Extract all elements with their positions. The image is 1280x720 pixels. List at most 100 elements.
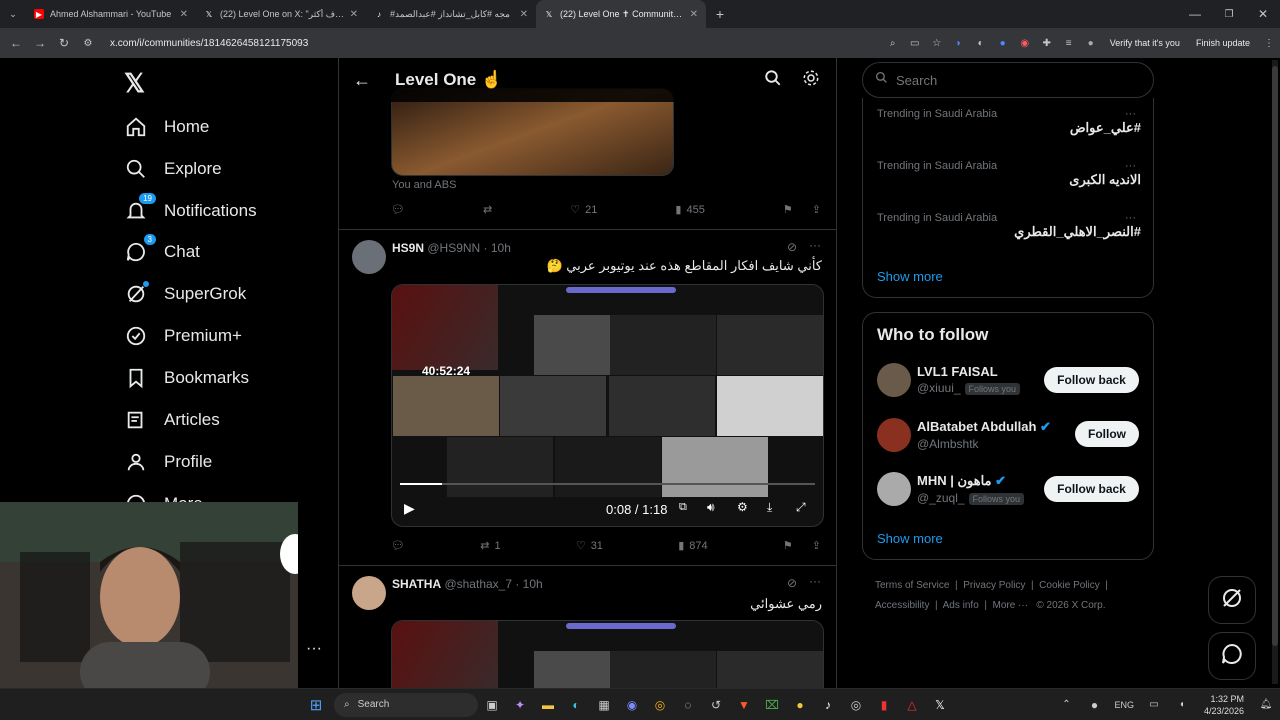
close-icon[interactable]: ✕ (690, 9, 698, 20)
search-input[interactable] (896, 72, 1126, 88)
avatar[interactable] (352, 576, 386, 610)
show-more-link[interactable]: Show more (877, 531, 943, 546)
show-more-link[interactable]: Show more (877, 269, 943, 284)
share-icon[interactable]: ⇪ (812, 539, 821, 552)
video-progress-track[interactable] (400, 483, 815, 485)
settings-icon[interactable]: ⚙ (737, 500, 748, 514)
footer-link[interactable]: Privacy Policy (963, 580, 1025, 591)
app-icon[interactable]: ◎ (842, 691, 870, 719)
windows-start-icon[interactable]: ⊞ (302, 691, 330, 719)
like-button[interactable]: ♡ 21 (570, 203, 597, 217)
taskbar-search[interactable]: ⌕ Search (334, 692, 478, 717)
reply-button[interactable]: 💬︎ (391, 203, 405, 216)
minimize-icon[interactable]: — (1178, 0, 1212, 28)
trend-item[interactable]: Trending in Saudi Arabia #علي_عواض (877, 108, 1141, 136)
trend-more-icon[interactable]: ··· (1125, 212, 1136, 224)
video-player[interactable] (391, 620, 824, 688)
nav-profile[interactable]: Profile (124, 444, 212, 480)
x-icon[interactable]: 𝕏 (926, 691, 954, 719)
volume-icon[interactable]: ◖ (1168, 691, 1196, 719)
extension-icon[interactable]: ◐ (970, 38, 992, 49)
reload-icon[interactable]: ↻ (52, 36, 76, 50)
follow-button[interactable]: Follow (1075, 421, 1139, 447)
verify-button[interactable]: Verify that it's you (1102, 35, 1188, 51)
forward-icon[interactable]: → (28, 36, 52, 50)
share-icon[interactable]: ⇪ (812, 203, 821, 216)
finish-update-button[interactable]: Finish update (1188, 35, 1258, 51)
extension-icon[interactable]: ◉ (1014, 38, 1036, 49)
views-button[interactable]: ▮ 455 (675, 203, 704, 217)
mic-icon[interactable]: ● (1080, 691, 1108, 719)
more-options-icon[interactable]: ··· (809, 238, 821, 252)
nav-supergrok[interactable]: SuperGrok (124, 276, 246, 312)
trend-item[interactable]: Trending in Saudi Arabia الانديه الكبرى (877, 160, 1141, 188)
cast-icon[interactable]: ▭ (904, 38, 926, 49)
account-more-icon[interactable]: ··· (306, 640, 322, 658)
grok-icon[interactable]: ⊘ (787, 576, 797, 590)
tab-search-icon[interactable]: ⌄ (0, 0, 26, 28)
reply-button[interactable]: 💬︎ (391, 539, 405, 552)
nav-articles[interactable]: Articles (124, 402, 220, 438)
tab-tiktok[interactable]: ♪ #مجه #كابل_تشانداز #عبدالصمد ✕ (366, 0, 536, 28)
site-info-icon[interactable]: ⚙ (76, 38, 100, 49)
grok-floating-button[interactable] (1208, 576, 1256, 624)
notification-bell-icon[interactable]: 🔔︎ (1252, 691, 1280, 719)
search-field[interactable] (862, 62, 1154, 98)
task-view-icon[interactable]: ▣ (478, 691, 506, 719)
fullscreen-icon[interactable]: ⤢ (796, 500, 806, 515)
puzzle-icon[interactable]: ✚ (1036, 38, 1058, 49)
avatar[interactable] (877, 472, 911, 506)
footer-link[interactable]: Ads info (943, 600, 979, 611)
pip-icon[interactable]: ⤓ (767, 500, 772, 515)
discord-icon[interactable]: ◉ (618, 691, 646, 719)
like-button[interactable]: ♡ 31 (576, 539, 603, 553)
store-icon[interactable]: ▦ (590, 691, 618, 719)
avatar[interactable] (877, 418, 911, 452)
profile-avatar-icon[interactable]: ● (1080, 38, 1102, 49)
play-button[interactable]: ▶ (404, 500, 415, 517)
file-explorer-icon[interactable]: ▬ (534, 691, 562, 719)
grok-icon[interactable]: ⊘ (787, 240, 797, 254)
trend-more-icon[interactable]: ··· (1125, 108, 1136, 120)
nav-explore[interactable]: Explore (124, 151, 222, 187)
back-arrow-icon[interactable]: ← (353, 70, 371, 91)
clock[interactable]: 1:32 PM 4/23/2026 (1204, 693, 1244, 717)
new-tab-button[interactable]: + (706, 0, 734, 28)
close-icon[interactable]: ✕ (180, 9, 188, 20)
more-options-icon[interactable]: ··· (809, 574, 821, 588)
app-icon[interactable]: ◌ (674, 691, 702, 719)
extension-icon[interactable]: ● (992, 38, 1014, 49)
footer-link[interactable]: Terms of Service (875, 580, 949, 591)
volume-icon[interactable]: 🔊︎ (707, 500, 715, 515)
trend-more-icon[interactable]: ··· (1125, 160, 1136, 172)
close-icon[interactable]: ✕ (350, 9, 358, 20)
tab-youtube[interactable]: ▶ Ahmed Alshammari - YouTube ✕ (26, 0, 196, 28)
media-icon[interactable]: ≡ (1058, 38, 1080, 49)
author-name[interactable]: HS9N (392, 241, 424, 255)
app-icon[interactable]: ▮ (870, 691, 898, 719)
app-icon[interactable]: △ (898, 691, 926, 719)
zoom-icon[interactable]: ⌕ (882, 38, 904, 49)
bookmark-button[interactable]: ⚑ ⇪ (783, 539, 821, 552)
app-icon[interactable]: ↺ (702, 691, 730, 719)
back-icon[interactable]: ← (4, 36, 28, 50)
scrollbar-thumb[interactable] (1272, 66, 1278, 646)
user-info[interactable]: LVL1 FAISAL @xiuui_ Follows you (917, 364, 1021, 395)
user-info[interactable]: MHN | ماهون ✔ @_zuql_ Follows you (917, 473, 1025, 505)
video-player[interactable]: 40:52:24 ▶ 0:08 / 1:18 ⧉ 🔊︎ ⚙ ⤓ ⤢ (391, 284, 824, 527)
network-icon[interactable]: ▭ (1140, 691, 1168, 719)
edge-icon[interactable]: ◐ (562, 691, 590, 719)
user-info[interactable]: AlBatabet Abdullah ✔ @Almbshtk (917, 419, 1051, 451)
tab-level-one-post[interactable]: 𝕏 (22) Level One on X: "يهدف أكثر ✕ (196, 0, 366, 28)
footer-link[interactable]: Accessibility (875, 600, 929, 611)
nav-premium[interactable]: Premium+ (124, 318, 242, 354)
language-indicator[interactable]: ENG (1114, 700, 1134, 710)
views-button[interactable]: ▮ 874 (678, 539, 707, 553)
nav-notifications[interactable]: 19 Notifications (124, 193, 257, 229)
copilot-icon[interactable]: ✦ (506, 691, 534, 719)
nav-chat[interactable]: 3 Chat (124, 234, 200, 270)
avatar[interactable] (877, 363, 911, 397)
repost-button[interactable]: ⇄ (483, 203, 492, 216)
bookmark-button[interactable]: ⚑ ⇪ (783, 203, 821, 216)
star-icon[interactable]: ☆ (926, 38, 948, 49)
